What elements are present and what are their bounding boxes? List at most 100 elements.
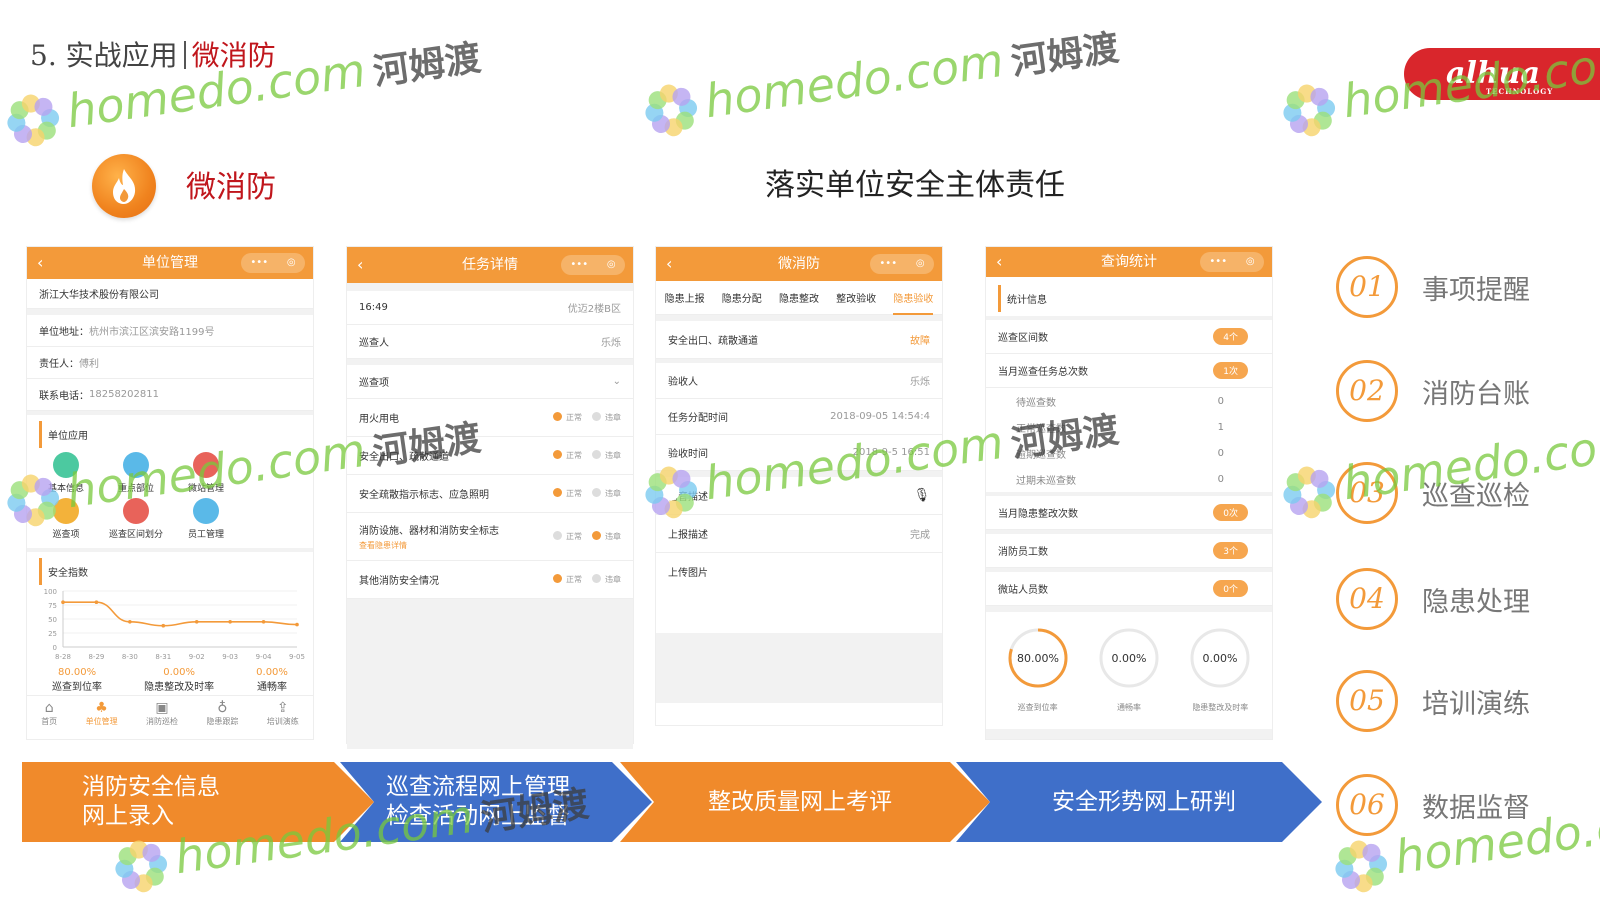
app-tile[interactable]: 微站管理 bbox=[171, 452, 241, 494]
nav-label: 消防巡检 bbox=[145, 717, 178, 726]
back-icon[interactable]: ‹ bbox=[666, 247, 672, 281]
inspection-item-row: 安全出口、疏散通道 正常 违章 bbox=[347, 437, 633, 475]
data-point bbox=[295, 622, 299, 627]
more-icon[interactable]: ••• bbox=[250, 253, 268, 273]
capsule-menu[interactable]: ••• ◎ bbox=[1200, 252, 1264, 272]
hazard-detail-link[interactable]: 查看隐患详情 bbox=[359, 540, 499, 551]
back-icon[interactable]: ‹ bbox=[37, 247, 43, 279]
nav-item[interactable]: ▣ 消防巡检 bbox=[146, 700, 178, 727]
capsule-menu[interactable]: ••• ◎ bbox=[241, 253, 305, 273]
nav-item[interactable]: ⌂ 首页 bbox=[41, 700, 57, 727]
arrow-text: 整改质量网上考评 bbox=[708, 788, 892, 817]
flower-icon bbox=[1283, 466, 1335, 518]
nav-item[interactable]: ♣ 单位管理 bbox=[86, 700, 118, 727]
back-icon[interactable]: ‹ bbox=[996, 247, 1002, 277]
radio-violation[interactable] bbox=[592, 488, 601, 497]
radio-normal[interactable] bbox=[553, 488, 562, 497]
target-icon[interactable]: ◎ bbox=[287, 253, 296, 273]
app-tile[interactable]: 员工管理 bbox=[171, 498, 241, 540]
more-icon[interactable]: ••• bbox=[570, 255, 588, 275]
assign-label: 任务分配时间 bbox=[668, 413, 728, 424]
stat-row-value: 4个 bbox=[1213, 328, 1248, 345]
feature-label: 培训演练 bbox=[1422, 689, 1530, 720]
radio-normal-label: 正常 bbox=[566, 451, 582, 460]
items-header-row[interactable]: 巡查项 ⌄ bbox=[347, 365, 633, 399]
main-title: 落实单位安全主体责任 bbox=[765, 168, 1065, 203]
target-icon[interactable]: ◎ bbox=[607, 255, 616, 275]
progress-ring: 0.00% bbox=[1099, 628, 1159, 688]
app-label: 微站管理 bbox=[187, 484, 224, 494]
inspector-label: 巡查人 bbox=[359, 338, 389, 349]
app-icon bbox=[123, 452, 149, 478]
radio-normal-label: 正常 bbox=[566, 532, 582, 541]
nav-item[interactable]: ♁ 隐患跟踪 bbox=[206, 700, 238, 727]
inspection-items: 用火用电 正常 违章 安全出口、疏散通道 正常 违章 安全疏散指示标志、应急照明 正常 违章 消防… bbox=[347, 399, 633, 599]
x-tick-label: 9-03 bbox=[222, 653, 238, 661]
app-tile[interactable]: 基本信息 bbox=[31, 452, 101, 494]
app-tile[interactable]: 巡查区间划分 bbox=[101, 498, 171, 540]
nav-item[interactable]: ⇪ 培训演练 bbox=[267, 700, 299, 727]
tab-item[interactable]: 隐患上报 bbox=[665, 290, 705, 305]
app-tile[interactable]: 重点部位 bbox=[101, 452, 171, 494]
inspector-value: 乐烁 bbox=[601, 338, 621, 349]
radio-violation[interactable] bbox=[592, 450, 601, 459]
stat-item: 0.00% 通畅率 bbox=[256, 667, 288, 693]
inspector-row: 巡查人 乐烁 bbox=[347, 325, 633, 359]
title-divider bbox=[183, 41, 186, 69]
radio-normal[interactable] bbox=[553, 531, 562, 540]
inspection-item-label: 用火用电 bbox=[359, 414, 399, 425]
target-icon[interactable]: ◎ bbox=[916, 254, 925, 274]
ring-stats: 80.00% 巡查到位率 0.00% 通畅率 0.00% 隐患整改及时率 bbox=[986, 612, 1272, 713]
stat-row-label: 当月隐患整改次数 bbox=[998, 509, 1078, 520]
blank-area bbox=[347, 599, 633, 749]
radio-violation[interactable] bbox=[592, 531, 601, 540]
arrow-text: 消防安全信息 网上录入 bbox=[82, 773, 220, 831]
radio-violation[interactable] bbox=[592, 574, 601, 583]
company-row: 浙江大华技术股份有限公司 bbox=[27, 279, 313, 309]
nav-icon: ♁ bbox=[217, 700, 228, 716]
more-icon[interactable]: ••• bbox=[879, 254, 897, 274]
watermark-cn: 河姆渡 bbox=[1008, 27, 1122, 84]
upload-row[interactable]: 上传图片 bbox=[656, 553, 942, 589]
x-tick-label: 8-31 bbox=[155, 653, 171, 661]
radio-normal[interactable] bbox=[553, 574, 562, 583]
stats-list: 巡查区间数 4个 当月巡查任务总次数 1次 待巡查数 0 正常巡查数 1 逾期巡查数 0 过期未巡查… bbox=[986, 320, 1272, 606]
data-point bbox=[94, 600, 99, 604]
tab-item[interactable]: 隐患验收 bbox=[893, 281, 934, 315]
inspection-item: 消防设施、器材和消防安全标志 查看隐患详情 bbox=[359, 522, 499, 551]
stat-row-label: 过期未巡查数 bbox=[1016, 475, 1076, 487]
app-label: 员工管理 bbox=[187, 530, 224, 540]
upload-label: 上传图片 bbox=[668, 567, 708, 579]
target-icon[interactable]: ◎ bbox=[1246, 252, 1255, 272]
index-section-title: 安全指数 bbox=[39, 558, 301, 585]
microphone-icon[interactable]: 🎙 bbox=[913, 488, 930, 503]
capsule-menu[interactable]: ••• ◎ bbox=[561, 255, 625, 275]
inspection-item: 安全疏散指示标志、应急照明 bbox=[359, 486, 489, 501]
app-label: 巡查项 bbox=[52, 530, 80, 540]
back-icon[interactable]: ‹ bbox=[357, 247, 363, 283]
more-icon[interactable]: ••• bbox=[1209, 252, 1227, 272]
radio-normal[interactable] bbox=[553, 412, 562, 421]
data-point bbox=[194, 620, 199, 624]
app-icon bbox=[123, 498, 149, 524]
phone-query-statistics: ‹ 查询统计 ••• ◎ 统计信息 巡查区间数 4个 当月巡查任务总次数 1次 待巡查数 0 正常… bbox=[985, 246, 1273, 740]
radio-violation[interactable] bbox=[592, 412, 601, 421]
phone-value: 18258202811 bbox=[89, 389, 159, 400]
hazard-item-row: 安全出口、疏散通道 故障 bbox=[656, 321, 942, 359]
capsule-menu[interactable]: ••• ◎ bbox=[870, 254, 934, 274]
feature-number: 05 bbox=[1336, 670, 1398, 732]
tab-item[interactable]: 整改验收 bbox=[836, 290, 876, 305]
tab-item[interactable]: 隐患整改 bbox=[779, 290, 819, 305]
phone-task-detail: ‹ 任务详情 ••• ◎ 16:49 优迈2楼B区 巡查人 乐烁 巡查项 ⌄ 用火用电 正常违… bbox=[346, 246, 634, 749]
voice-row[interactable]: 语音描述 🎙 bbox=[656, 477, 942, 515]
app-tile[interactable]: 巡查项 bbox=[31, 498, 101, 540]
radio-normal[interactable] bbox=[553, 450, 562, 459]
nav-label: 培训演练 bbox=[266, 717, 299, 726]
report-row: 上报描述 完成 bbox=[656, 515, 942, 553]
radio-violation-label: 违章 bbox=[605, 451, 621, 460]
stat-row: 巡查区间数 4个 bbox=[986, 320, 1272, 354]
tab-item[interactable]: 隐患分配 bbox=[722, 290, 762, 305]
stat-row-value: 0 bbox=[1217, 473, 1224, 485]
chevron-down-icon[interactable]: ⌄ bbox=[613, 376, 621, 387]
phone1-header: ‹ 单位管理 ••• ◎ bbox=[27, 247, 313, 279]
